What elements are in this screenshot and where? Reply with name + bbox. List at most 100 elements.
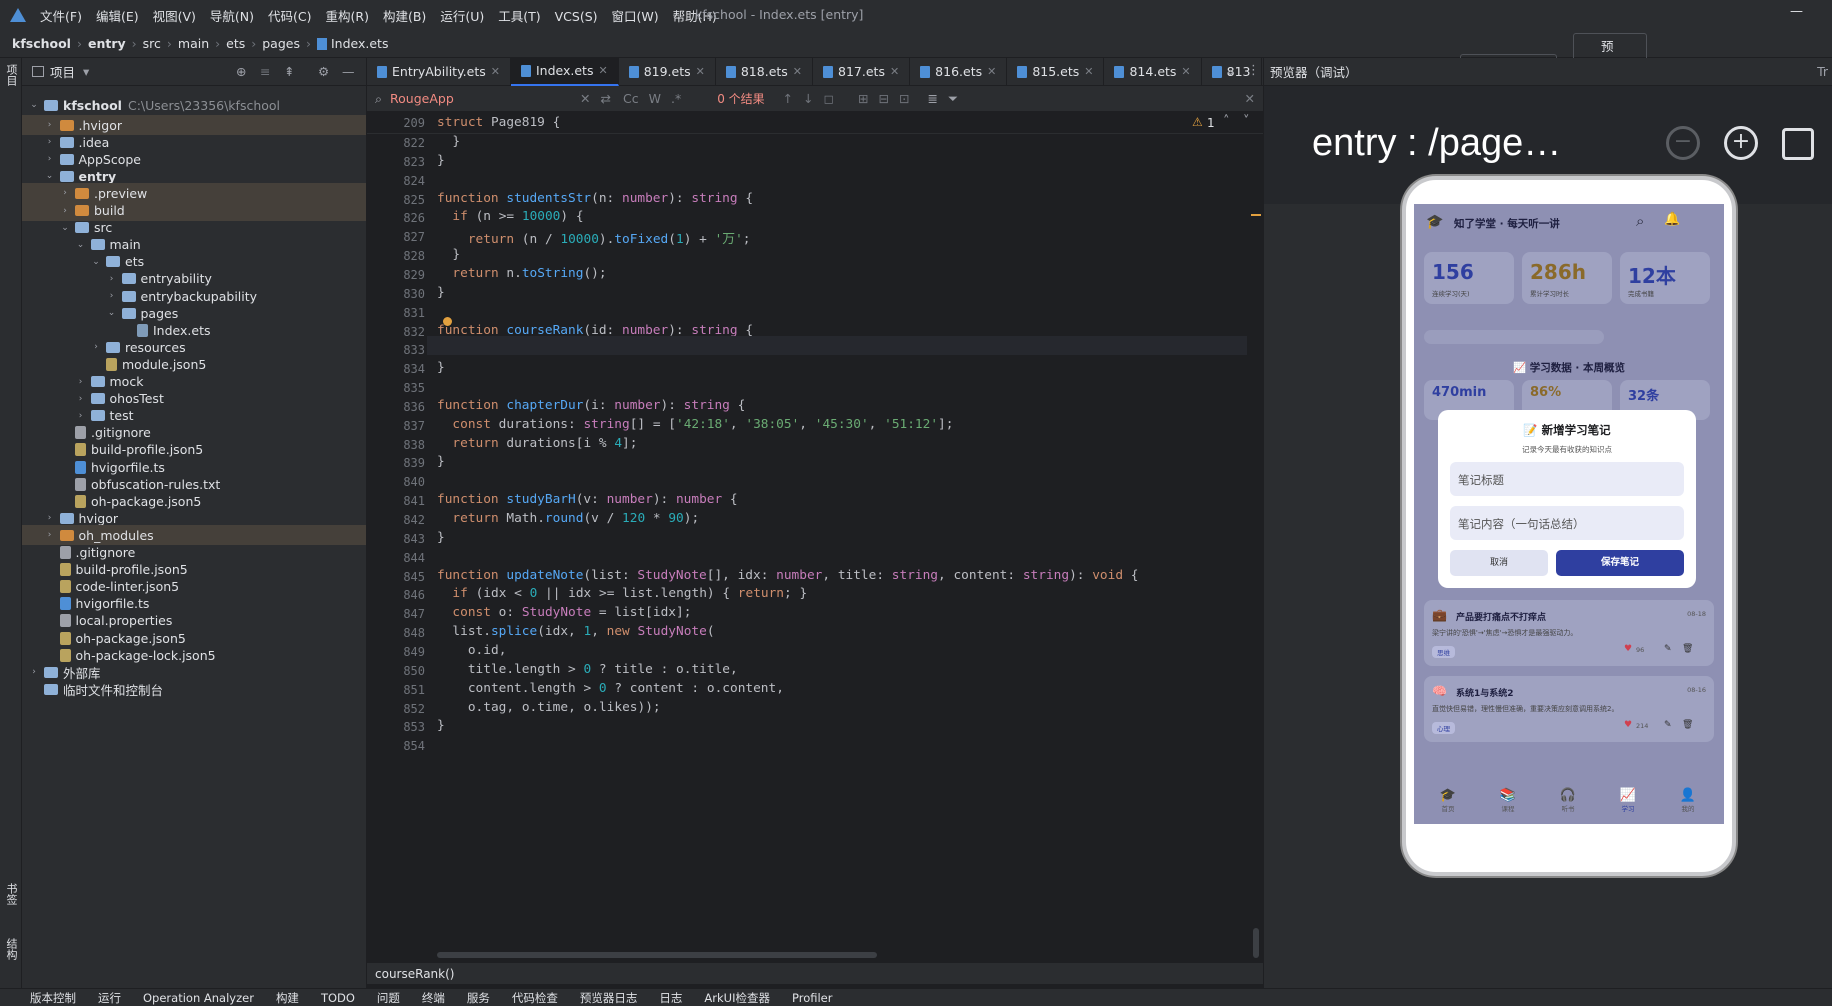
menu-item[interactable]: 视图(V) — [153, 9, 196, 24]
code-line[interactable]: content.length > 0 ? content : o.content… — [437, 681, 784, 696]
menu-item[interactable]: 运行(U) — [440, 9, 484, 24]
menu-item[interactable]: 导航(N) — [210, 9, 254, 24]
clear-icon[interactable]: ✕ — [580, 91, 590, 106]
project-root[interactable]: ⌄ kfschool C:\Users\23356\kfschool — [22, 95, 366, 115]
panel-options-icon[interactable]: Tr — [1817, 64, 1828, 79]
note-card[interactable]: 🧠 系统1与系统2 08-16 直觉快但易错，理性慢但准确，重要决策应刻意调用系统2。… — [1424, 676, 1714, 742]
code-line[interactable]: } — [437, 247, 460, 262]
close-find-icon[interactable]: ✕ — [1245, 91, 1255, 106]
code-line[interactable]: list.splice(idx, 1, new StudyNote( — [437, 624, 714, 639]
menu-item[interactable]: 窗口(W) — [612, 9, 659, 24]
fit-screen-icon[interactable] — [1782, 128, 1814, 160]
code-line[interactable]: const durations: string[] = ['42:18', '3… — [437, 417, 953, 432]
menu-item[interactable]: 文件(F) — [40, 9, 82, 24]
whole-word-toggle[interactable]: W — [649, 91, 661, 106]
editor-tab[interactable]: 814.ets ✕ — [1104, 57, 1202, 86]
add-selection-icon[interactable]: ⊞ — [858, 91, 868, 106]
save-note-button[interactable]: 保存笔记 — [1556, 550, 1684, 576]
gear-icon[interactable]: ⚙ — [318, 64, 329, 79]
bottom-tool-button[interactable]: 问题 — [377, 990, 400, 1006]
code-line[interactable]: if (n >= 10000) { — [437, 209, 583, 224]
previous-occurrence-icon[interactable]: ↑ — [783, 91, 793, 106]
note-title-input[interactable]: 笔记标题 — [1450, 462, 1684, 496]
regex-icon[interactable]: .* — [671, 91, 681, 106]
bottom-tool-button[interactable]: Profiler — [792, 991, 833, 1005]
code-line[interactable]: o.id, — [437, 643, 507, 658]
collapse-all-icon[interactable]: ⇞ — [284, 64, 294, 79]
code-line[interactable]: } — [437, 285, 445, 300]
match-case-toggle[interactable]: Cc — [623, 91, 639, 106]
menu-item[interactable]: 编辑(E) — [96, 9, 139, 24]
multiline-icon[interactable]: ≣ — [927, 91, 937, 106]
bottom-tool-button[interactable]: ArkUI检查器 — [704, 990, 770, 1006]
editor-tab[interactable]: 815.ets ✕ — [1007, 57, 1105, 86]
editor-tab[interactable]: 817.ets ✕ — [813, 57, 911, 86]
find-input[interactable]: RougeApp — [390, 91, 580, 106]
editor-tab[interactable]: 819.ets ✕ — [619, 57, 716, 86]
code-line[interactable]: function studyBarH(v: number): number { — [437, 492, 738, 507]
bottom-tool-button[interactable]: 代码检查 — [512, 990, 558, 1006]
bottom-tool-button[interactable]: 服务 — [467, 990, 490, 1006]
nav-tab[interactable]: 📚 课程 — [1480, 788, 1536, 813]
bookmarks-tool-button[interactable]: 书签 — [3, 883, 19, 905]
edit-icon[interactable]: ✎ — [1664, 644, 1672, 654]
breadcrumb-item[interactable]: src — [143, 36, 161, 51]
breadcrumb-item[interactable]: kfschool — [12, 36, 71, 51]
search-icon[interactable]: ⌕ — [1636, 212, 1644, 230]
close-icon[interactable]: ✕ — [1181, 65, 1190, 78]
breadcrumb-item[interactable]: main — [178, 36, 209, 51]
menu-item[interactable]: VCS(S) — [555, 9, 598, 24]
editor-tab[interactable]: 818.ets ✕ — [716, 57, 814, 86]
project-header-label[interactable]: 项目 — [50, 62, 75, 81]
next-occurrence-icon[interactable]: ↓ — [803, 91, 813, 106]
bottom-tool-button[interactable]: TODO — [321, 991, 355, 1005]
code-line[interactable]: } — [437, 718, 445, 733]
bottom-tool-button[interactable]: 运行 — [98, 990, 121, 1006]
zoom-in-icon[interactable]: + — [1724, 126, 1758, 160]
select-all-occurrences-icon[interactable]: ⊡ — [899, 91, 909, 106]
close-icon[interactable]: ✕ — [793, 65, 802, 78]
code-view[interactable]: 822 } 823} 824 825 function studentsStr(n: n… — [367, 134, 1247, 962]
code-line[interactable]: return (n / 10000).toFixed(1) + '万'; — [437, 228, 751, 247]
code-line[interactable]: title.length > 0 ? title : o.title, — [437, 662, 738, 677]
trash-icon[interactable]: 🗑 — [1682, 644, 1693, 654]
code-line[interactable]: function chapterDur(i: number): string { — [437, 398, 745, 413]
bottom-tool-button[interactable]: 终端 — [422, 990, 445, 1006]
heart-icon[interactable]: ♥ — [1624, 644, 1632, 654]
heart-icon[interactable]: ♥ — [1624, 720, 1632, 730]
select-all-icon[interactable]: ◻ — [824, 91, 834, 106]
chevron-down-icon[interactable]: ˅ — [1243, 114, 1250, 129]
history-icon[interactable]: ⇄ — [601, 91, 611, 106]
editor-tab[interactable]: EntryAbility.ets ✕ — [367, 57, 511, 86]
close-icon[interactable]: ✕ — [696, 65, 705, 78]
bottom-tool-button[interactable]: 构建 — [276, 990, 299, 1006]
breadcrumb-item[interactable]: ets — [226, 36, 245, 51]
trash-icon[interactable]: 🗑 — [1682, 720, 1693, 730]
code-line[interactable]: function studentsStr(n: number): string … — [437, 191, 753, 206]
bell-icon[interactable]: 🔔 — [1664, 212, 1680, 227]
cancel-button[interactable]: 取消 — [1450, 550, 1548, 576]
warning-icon[interactable]: ⚠ — [1192, 115, 1203, 129]
editor-tab[interactable]: 816.ets ✕ — [910, 57, 1008, 86]
breadcrumb-item[interactable]: entry — [88, 36, 126, 51]
menu-item[interactable]: 代码(C) — [268, 9, 311, 24]
code-line[interactable]: o.tag, o.time, o.likes)); — [437, 700, 661, 715]
code-line[interactable]: if (idx < 0 || idx >= list.length) { ret… — [437, 586, 807, 601]
chevron-up-icon[interactable]: ˄ — [1223, 114, 1230, 129]
bottom-tool-button[interactable]: 预览器日志 — [580, 990, 638, 1006]
bottom-tool-button[interactable]: 日志 — [659, 990, 682, 1006]
chevron-down-icon[interactable]: ▾ — [83, 64, 89, 79]
bottom-tool-button[interactable]: 版本控制 — [30, 990, 76, 1006]
tree-item[interactable]: 临时文件和控制台 — [22, 679, 366, 699]
code-line[interactable]: const o: StudyNote = list[idx]; — [437, 605, 691, 620]
horizontal-scrollbar[interactable] — [437, 952, 877, 958]
filter-icon[interactable]: ⏷ — [948, 91, 958, 107]
note-content-input[interactable]: 笔记内容（一句话总结） — [1450, 506, 1684, 540]
nav-tab[interactable]: 📈 学习 — [1600, 788, 1656, 813]
code-line[interactable]: return n.toString(); — [437, 266, 606, 281]
remove-selection-icon[interactable]: ⊟ — [879, 91, 889, 106]
code-line[interactable]: } — [437, 530, 445, 545]
breadcrumb-item[interactable]: Index.ets — [331, 36, 389, 51]
code-line[interactable]: return Math.round(v / 120 * 90); — [437, 511, 699, 526]
nav-tab[interactable]: 🎓 首页 — [1420, 788, 1476, 813]
